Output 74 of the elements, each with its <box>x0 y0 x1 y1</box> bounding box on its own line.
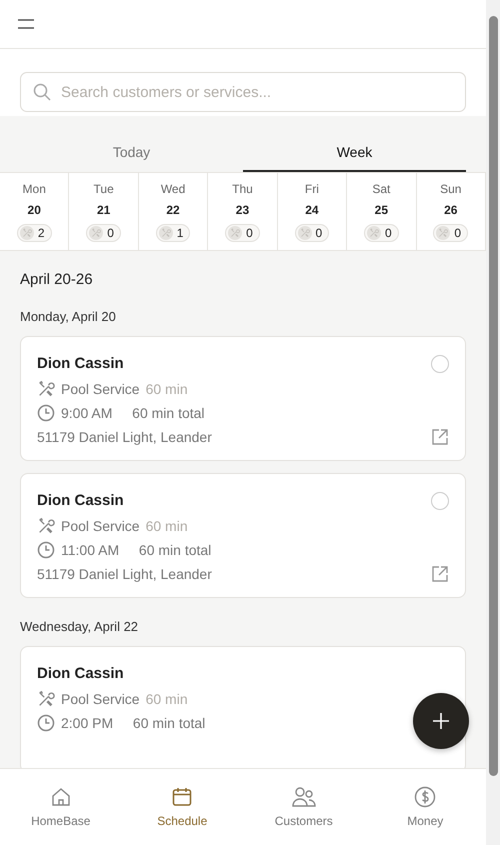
tools-icon <box>300 228 310 238</box>
external-link-icon[interactable] <box>431 565 449 583</box>
appointment-time: 2:00 PM <box>61 715 114 731</box>
service-name: Pool Service <box>61 381 140 397</box>
job-count-badge: 0 <box>86 224 121 242</box>
customer-name: Dion Cassin <box>37 665 124 682</box>
day-heading: Wednesday, April 22 <box>20 619 140 634</box>
search-field[interactable]: Search customers or services... <box>20 72 466 112</box>
plus-icon <box>431 711 451 731</box>
job-count-badge: 0 <box>364 224 399 242</box>
service-name: Pool Service <box>61 691 140 707</box>
job-card[interactable]: Dion Cassin Pool Service 60 min 2:00 PM 60 min total <box>20 646 466 768</box>
weekday-label: Sat <box>372 182 390 196</box>
tools-icon <box>230 228 240 238</box>
job-card[interactable]: Dion Cassin Pool Service 60 min 11:00 AM 60 min total 51179 Daniel Light, Leander <box>20 473 466 598</box>
date-number: 21 <box>96 203 110 217</box>
weekday-label: Mon <box>22 182 46 196</box>
date-number: 24 <box>305 203 319 217</box>
tools-icon <box>37 690 55 708</box>
tools-icon <box>37 517 55 535</box>
nav-item[interactable]: Customers <box>243 769 364 845</box>
complete-checkbox[interactable] <box>431 492 449 510</box>
tools-icon <box>22 228 32 238</box>
customer-name: Dion Cassin <box>37 355 124 372</box>
weekday-label: Thu <box>232 182 253 196</box>
weekday-label: Tue <box>94 182 114 196</box>
service-duration: 60 min <box>146 518 188 534</box>
customer-name: Dion Cassin <box>37 492 124 509</box>
tools-icon <box>160 228 171 238</box>
calendar-icon <box>171 786 194 808</box>
total-duration: 60 min total <box>132 715 206 731</box>
total-duration: 60 min total <box>138 542 212 558</box>
tab[interactable]: Today <box>20 136 243 172</box>
weekday-label: Sun <box>440 182 462 196</box>
complete-checkbox[interactable] <box>431 355 449 373</box>
scrollbar[interactable] <box>486 0 500 845</box>
weekday-label: Fri <box>304 182 319 196</box>
date-number: 25 <box>374 203 388 217</box>
nav-item[interactable]: Money <box>364 769 486 845</box>
tools-icon <box>368 228 379 238</box>
address: 51179 Daniel Light, Leander <box>37 566 212 582</box>
tools-icon <box>37 380 55 398</box>
menu-icon[interactable] <box>17 18 35 30</box>
range-title: April 20-26 <box>20 271 94 288</box>
service-name: Pool Service <box>61 518 140 534</box>
date-number: 20 <box>28 203 41 217</box>
job-count-badge: 0 <box>225 224 260 242</box>
day-heading: Monday, April 20 <box>20 309 117 324</box>
nav-item[interactable]: Schedule <box>122 769 243 845</box>
tools-icon <box>91 228 102 238</box>
service-duration: 60 min <box>146 381 188 397</box>
job-count-badge: 0 <box>294 224 330 242</box>
external-link-icon[interactable] <box>431 428 449 446</box>
service-duration: 60 min <box>146 691 188 707</box>
date-number: 22 <box>166 203 180 217</box>
job-count-badge: 0 <box>433 224 468 242</box>
clock-icon <box>37 404 55 422</box>
tools-icon <box>438 228 448 238</box>
date-number: 23 <box>236 203 250 217</box>
nav-item[interactable]: HomeBase <box>0 769 122 845</box>
address: 51179 Daniel Light, Leander <box>37 429 212 445</box>
job-count-badge: 1 <box>156 224 190 242</box>
total-duration: 60 min total <box>132 405 205 421</box>
weekday-label: Wed <box>160 182 186 196</box>
job-card[interactable]: Dion Cassin Pool Service 60 min 9:00 AM 60 min total 51179 Daniel Light, Leander <box>20 336 466 461</box>
people-icon <box>292 786 316 808</box>
clock-icon <box>37 714 55 732</box>
clock-icon <box>37 541 55 559</box>
job-count-badge: 2 <box>16 224 52 242</box>
date-number: 26 <box>444 203 458 217</box>
dollar-icon <box>414 786 436 808</box>
appointment-time: 11:00 AM <box>61 542 120 558</box>
appointment-time: 9:00 AM <box>61 405 112 421</box>
home-icon <box>50 786 72 808</box>
